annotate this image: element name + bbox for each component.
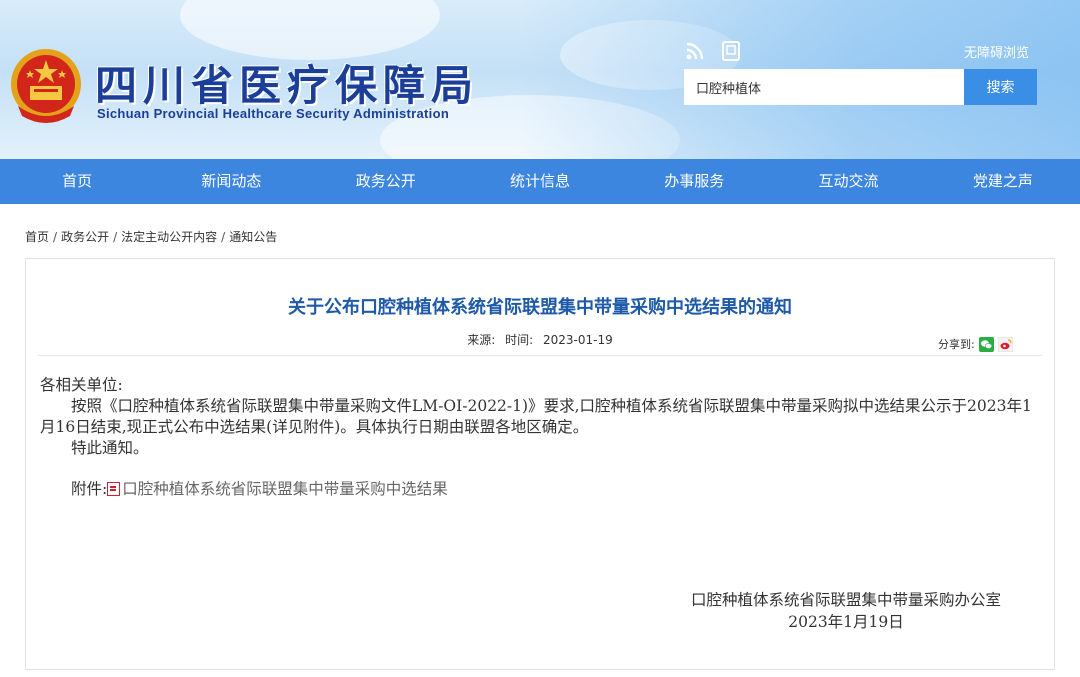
search-button[interactable]: 搜索 [964,69,1037,105]
signature-org: 口腔种植体系统省际联盟集中带量采购办公室 [690,591,1001,609]
accessible-browse-link[interactable]: 无障碍浏览 [964,42,1029,61]
site-header: 四川省医疗保障局 Sichuan Provincial Healthcare S… [0,0,1080,159]
cloud-decoration [180,0,440,60]
mobile-icon[interactable] [720,40,742,62]
breadcrumb: 首页 / 政务公开 / 法定主动公开内容 / 通知公告 [25,228,277,245]
main-nav: 首页 新闻动态 政务公开 统计信息 办事服务 互动交流 党建之声 [0,159,1080,204]
breadcrumb-home[interactable]: 首页 [25,230,49,244]
closing-paragraph: 特此通知。 [71,439,149,457]
signature-date: 2023年1月19日 [788,613,904,631]
nav-item-statistics[interactable]: 统计信息 [463,159,617,204]
attachment-link[interactable]: 口腔种植体系统省际联盟集中带量采购中选结果 [122,480,448,498]
search-input[interactable] [684,69,964,105]
divider [38,355,1042,356]
article-container: 关于公布口腔种植体系统省际联盟集中带量采购中选结果的通知 来源: 时间: 202… [25,258,1055,670]
body-paragraph: 按照《口腔种植体系统省际联盟集中带量采购文件LM-OI-2022-1)》要求,口… [40,397,1032,436]
nav-item-services[interactable]: 办事服务 [617,159,771,204]
share-bar: 分享到: [938,336,1014,352]
breadcrumb-notices[interactable]: 通知公告 [229,230,277,244]
nav-item-gov-affairs[interactable]: 政务公开 [309,159,463,204]
national-emblem-icon [11,49,81,123]
breadcrumb-separator: / [113,230,118,244]
rss-icon[interactable] [684,40,706,62]
attachment-line: 附件: 口腔种植体系统省际联盟集中带量采购中选结果 [40,479,1042,500]
nav-item-interaction[interactable]: 互动交流 [771,159,925,204]
source-label: 来源: [467,333,496,347]
share-label: 分享到: [938,338,975,351]
article-title: 关于公布口腔种植体系统省际联盟集中带量采购中选结果的通知 [288,297,792,318]
nav-item-home[interactable]: 首页 [0,159,154,204]
site-title: 四川省医疗保障局 [95,61,480,110]
breadcrumb-separator: / [53,230,58,244]
time-label: 时间: [505,333,534,347]
greeting: 各相关单位: [40,376,123,394]
wechat-icon[interactable] [978,336,994,352]
breadcrumb-public-content[interactable]: 法定主动公开内容 [121,230,217,244]
nav-item-party[interactable]: 党建之声 [926,159,1080,204]
article-meta: 来源: 时间: 2023-01-19 [26,331,1054,348]
breadcrumb-gov-affairs[interactable]: 政务公开 [61,230,109,244]
document-icon [107,482,121,496]
attachment-label: 附件: [71,480,108,498]
breadcrumb-separator: / [221,230,226,244]
publish-time: 2023-01-19 [543,333,613,347]
nav-item-news[interactable]: 新闻动态 [154,159,308,204]
site-subtitle: Sichuan Provincial Healthcare Security A… [97,106,450,121]
weibo-icon[interactable] [997,336,1014,352]
signature-block: 口腔种植体系统省际联盟集中带量采购办公室 2023年1月19日 [646,589,1046,633]
article-body: 各相关单位: 按照《口腔种植体系统省际联盟集中带量采购文件LM-OI-2022-… [40,375,1042,500]
